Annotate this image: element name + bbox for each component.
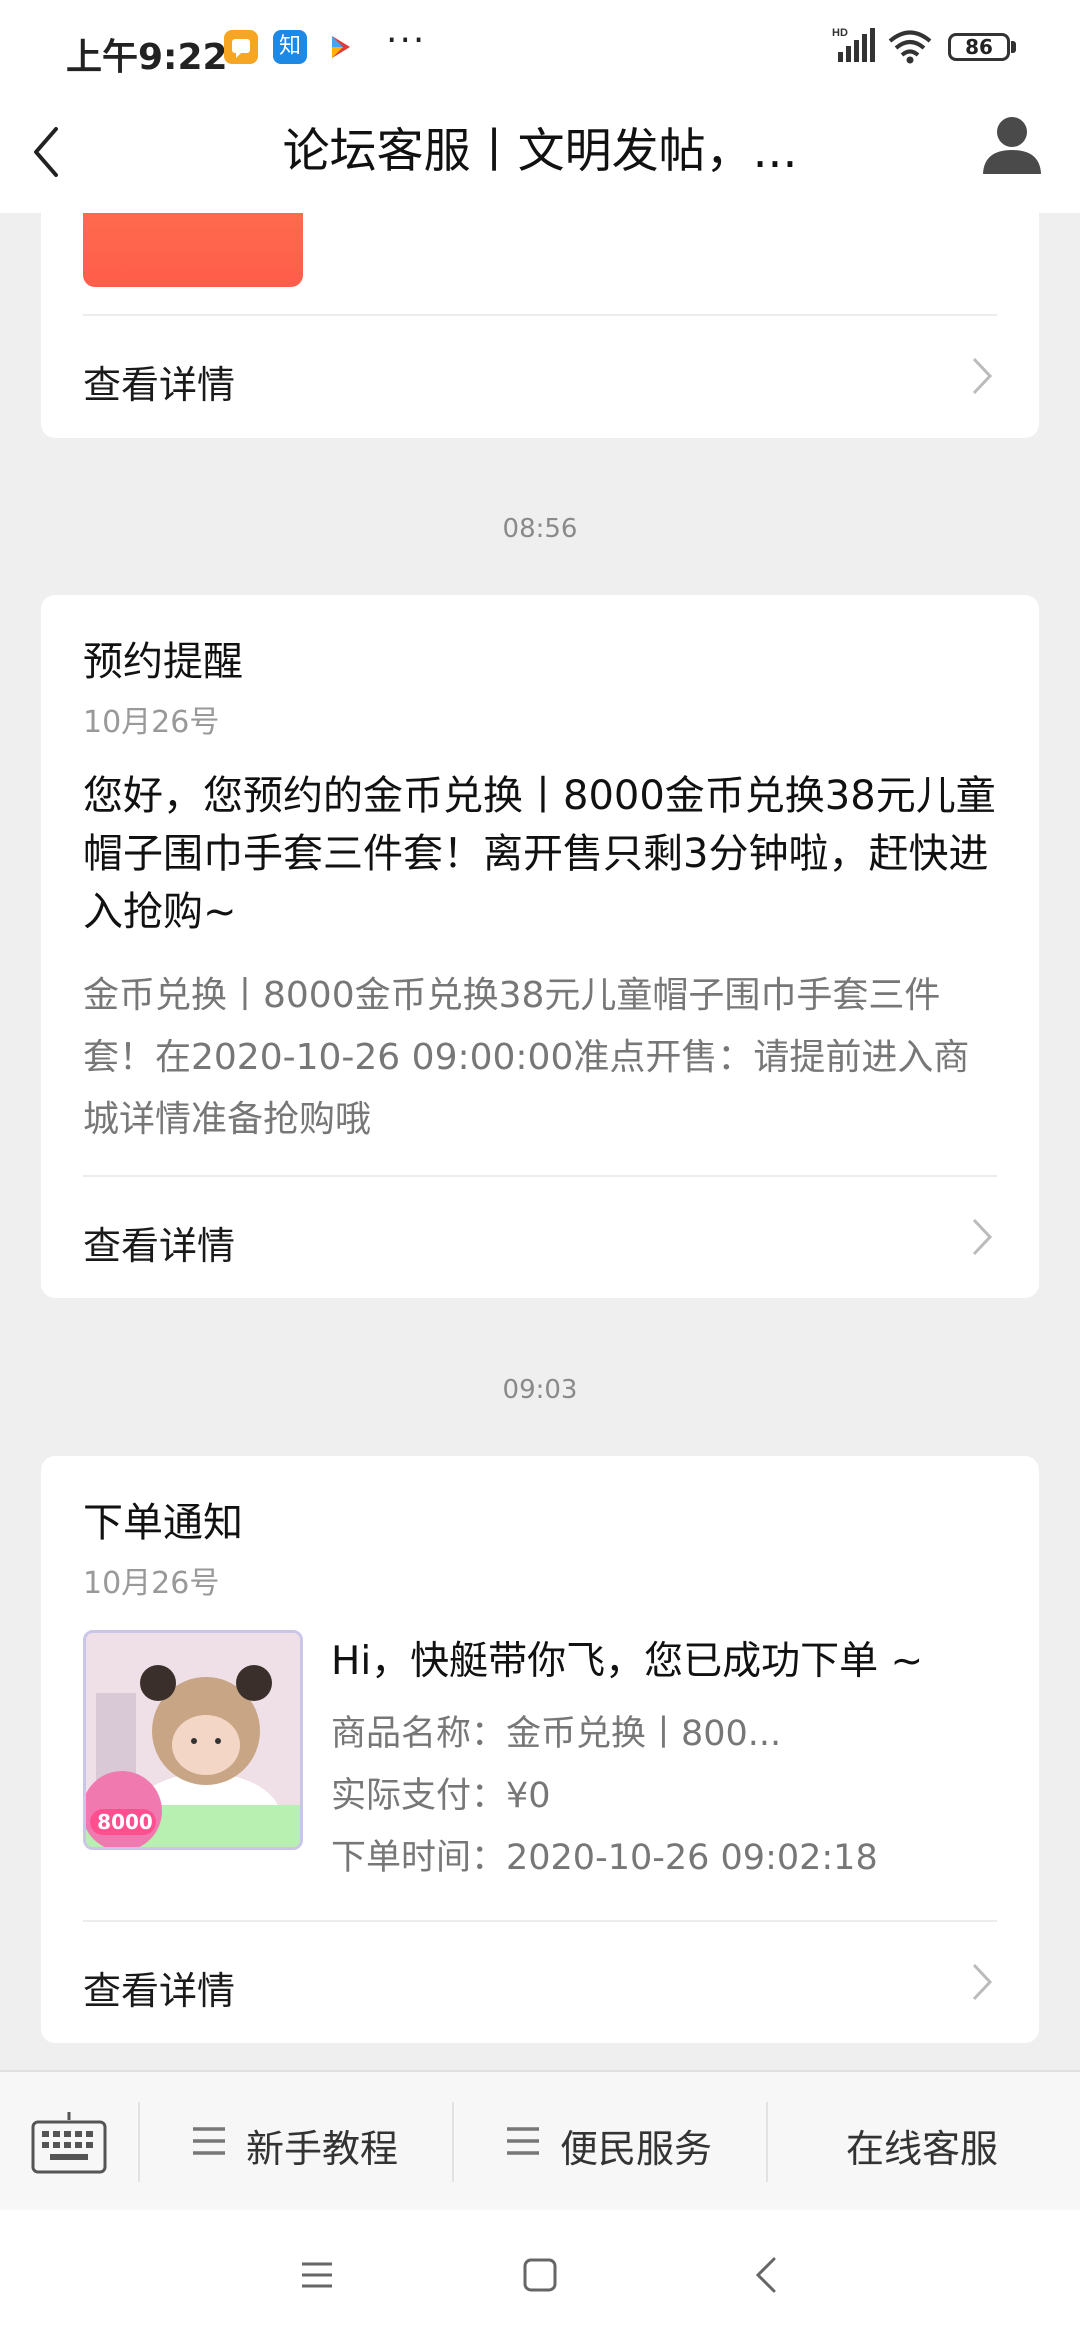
card-body-text: 您好，您预约的金币兑换丨8000金币兑换38元儿童帽子围巾手套三件套！离开售只剩… (83, 773, 996, 935)
view-details-label: 查看详情 (83, 1969, 236, 2013)
card-date: 10月26号 (83, 705, 220, 740)
battery-tip (1011, 41, 1016, 53)
signal-icon: HD (832, 26, 878, 70)
view-details-row[interactable]: 查看详情 (83, 314, 997, 436)
chevron-right-icon (971, 356, 993, 396)
menu-online-support[interactable]: 在线客服 (768, 2072, 1080, 2212)
order-greeting: Hi，快艇带你飞，您已成功下单 ~ (331, 1639, 924, 1684)
menu-label: 新手教程 (246, 2127, 399, 2171)
top-nav-bar: 论坛客服丨文明发帖，... (0, 95, 1080, 213)
back-arrow-icon[interactable] (22, 117, 82, 187)
order-product-name: 商品名称：金币兑换丨800... (331, 1714, 782, 1754)
play-store-app-icon (323, 30, 357, 64)
status-time: 上午9:22 (66, 37, 228, 78)
reservation-reminder-card: 预约提醒 10月26号 您好，您预约的金币兑换丨8000金币兑换38元儿童帽子围… (41, 595, 1039, 1298)
menu-beginner-tutorial[interactable]: 新手教程 (140, 2072, 452, 2212)
message-card-partial: 查看详情 (41, 213, 1039, 438)
order-time: 下单时间：2020-10-26 09:02:18 (331, 1838, 878, 1878)
menu-icon[interactable] (300, 2260, 334, 2294)
keyboard-icon (30, 2110, 108, 2180)
profile-avatar-icon[interactable] (980, 112, 1044, 176)
bottom-menu-bar: 新手教程 便民服务 在线客服 (0, 2070, 1080, 2212)
overflow-dots-icon: ··· (386, 20, 427, 61)
order-paid: 实际支付：¥0 (331, 1776, 551, 1816)
chevron-right-icon (971, 1962, 993, 2002)
status-bar: 上午9:22 知 ··· HD 86 (0, 0, 1080, 95)
menu-icon (506, 2124, 540, 2162)
svg-text:HD: HD (832, 27, 848, 39)
card-sub-text: 金币兑换丨8000金币兑换38元儿童帽子围巾手套三件套！在2020-10-26 … (83, 975, 970, 1140)
system-nav-bar (0, 2210, 1080, 2340)
home-icon[interactable] (523, 2258, 557, 2296)
order-notification-card: 下单通知 10月26号 8000 Hi，快艇带你飞，您已成功下单 ~ 商品名称：… (41, 1456, 1039, 2043)
back-icon[interactable] (754, 2256, 778, 2298)
card-date: 10月26号 (83, 1566, 220, 1601)
thumb-badge: 8000 (97, 1810, 153, 1834)
keyboard-toggle-button[interactable] (0, 2072, 138, 2212)
message-timestamp: 08:56 (502, 514, 578, 544)
battery-indicator: 86 (948, 33, 1010, 61)
chevron-right-icon (971, 1217, 993, 1257)
view-details-label: 查看详情 (83, 363, 236, 407)
message-timestamp: 09:03 (502, 1375, 578, 1405)
order-details: Hi，快艇带你飞，您已成功下单 ~ 商品名称：金币兑换丨800... 实际支付：… (331, 1636, 997, 1882)
menu-icon (192, 2124, 226, 2162)
chat-bubble-app-icon (224, 30, 258, 64)
menu-label: 在线客服 (846, 2127, 999, 2171)
zhihu-app-icon: 知 (273, 30, 307, 64)
wifi-icon (888, 30, 932, 68)
view-details-row[interactable]: 查看详情 (83, 1920, 997, 2042)
promo-image (83, 213, 303, 287)
menu-label: 便民服务 (560, 2127, 713, 2171)
view-details-row[interactable]: 查看详情 (83, 1175, 997, 1297)
conversation-title: 论坛客服丨文明发帖，... (282, 124, 798, 179)
product-thumbnail[interactable]: 8000 (83, 1630, 303, 1850)
menu-convenience-services[interactable]: 便民服务 (454, 2072, 766, 2212)
card-title: 下单通知 (83, 1500, 243, 1546)
view-details-label: 查看详情 (83, 1224, 236, 1268)
card-title: 预约提醒 (83, 639, 243, 685)
